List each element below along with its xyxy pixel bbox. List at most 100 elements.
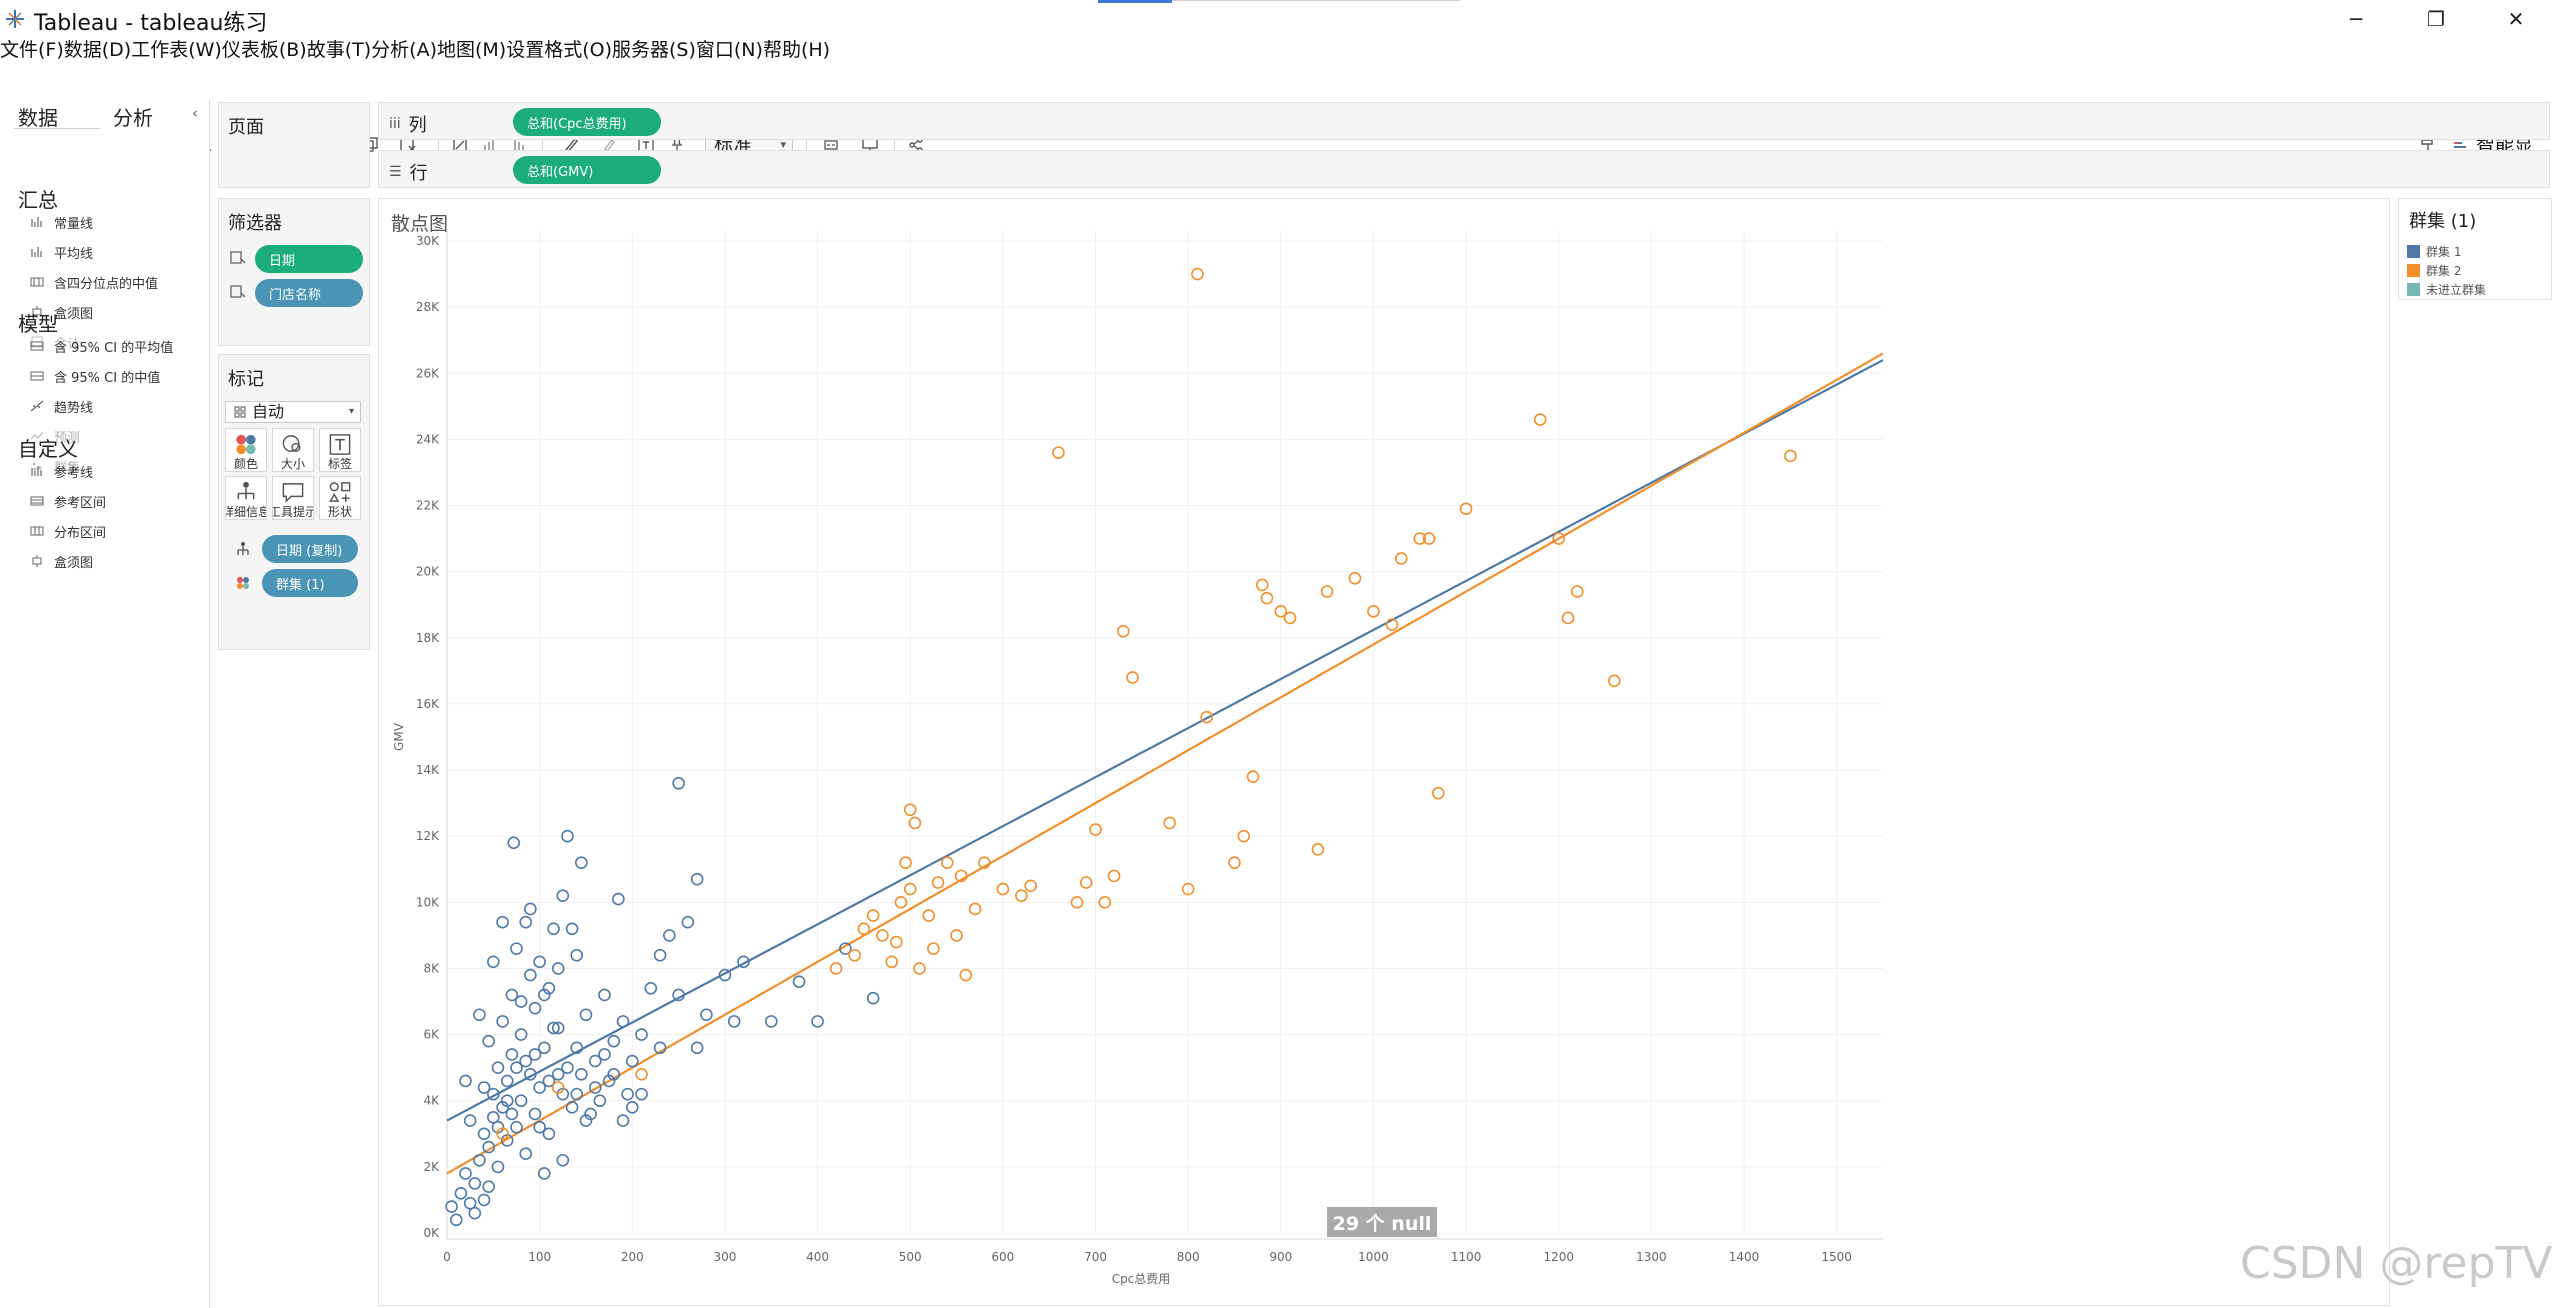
data-point bbox=[1079, 876, 1093, 889]
menu-item-5[interactable]: 分析(A) bbox=[371, 38, 437, 62]
box-plot-icon bbox=[32, 555, 42, 567]
menu-item-4[interactable]: 故事(T) bbox=[307, 38, 371, 62]
data-point bbox=[672, 776, 685, 790]
rows-pill-gmv[interactable]: 总和(GMV) bbox=[513, 156, 661, 184]
data-point bbox=[468, 1177, 482, 1190]
analytics-item-label: 含 95% CI 的平均值 bbox=[54, 340, 174, 356]
analytics-item-0-1[interactable]: 平均线 bbox=[30, 242, 93, 262]
data-point bbox=[496, 915, 509, 929]
data-point bbox=[565, 922, 579, 936]
rows-shelf[interactable]: ☰ 行 总和(GMV) bbox=[378, 150, 2550, 188]
menu-item-3[interactable]: 仪表板(B) bbox=[222, 38, 307, 62]
data-point bbox=[482, 1034, 495, 1048]
data-point bbox=[473, 1008, 486, 1022]
tab-analytics[interactable]: 分析 bbox=[113, 102, 153, 133]
legend-item-0[interactable]: 群集 1 bbox=[2407, 243, 2461, 259]
x-tick-label: 400 bbox=[806, 1250, 829, 1264]
marks-pill-date-copy[interactable]: 日期 (复制) bbox=[262, 535, 358, 563]
worksheet-view[interactable]: 0 100 200 300 400 500 600 700 800 900 1000 1100 1200… bbox=[378, 198, 2390, 1306]
data-point bbox=[1570, 585, 1584, 598]
view-title: 散点图 bbox=[391, 213, 449, 235]
columns-label-text: 列 bbox=[408, 115, 427, 136]
marks-pill-cluster[interactable]: 群集 (1) bbox=[262, 569, 358, 597]
data-point bbox=[598, 988, 611, 1002]
data-point bbox=[565, 1101, 579, 1114]
null-indicator-badge[interactable]: 29 个 null bbox=[1327, 1207, 1437, 1237]
filter-pill-date[interactable]: 日期 bbox=[255, 245, 363, 273]
analytics-item-label: 平均线 bbox=[54, 246, 94, 262]
marks-color-button[interactable]: 颜色 bbox=[225, 428, 267, 472]
columns-shelf[interactable]: iii 列 总和(Cpc总费用) bbox=[378, 102, 2550, 140]
analytics-item-1-1[interactable]: 含 95% CI 的中值 bbox=[30, 366, 160, 386]
legend-label: 群集 1 bbox=[2426, 244, 2462, 259]
analytics-item-2-0[interactable]: 参考线 bbox=[30, 461, 93, 481]
filter-calendar-icon bbox=[230, 251, 246, 264]
x-tick-label: 100 bbox=[528, 1250, 551, 1264]
menu-item-7[interactable]: 设置格式(O) bbox=[506, 38, 612, 62]
analytics-item-1-2[interactable]: 趋势线 bbox=[30, 396, 93, 416]
scatter-chart[interactable]: 0 100 200 300 400 500 600 700 800 900 1000 1100 1200… bbox=[379, 199, 2391, 1307]
marks-detail-button[interactable]: 详细信息 bbox=[225, 476, 267, 520]
y-tick-label: 2K bbox=[423, 1160, 440, 1174]
y-tick-label: 28K bbox=[416, 300, 440, 314]
y-tick-label: 26K bbox=[416, 366, 440, 380]
analytics-item-0-0[interactable]: 常量线 bbox=[30, 212, 93, 232]
mark-type-value: 自动 bbox=[252, 402, 285, 421]
data-point bbox=[445, 1200, 458, 1213]
menu-item-9[interactable]: 窗口(N) bbox=[696, 38, 763, 62]
menu-item-8[interactable]: 服务器(S) bbox=[612, 38, 696, 62]
filter-pill-store[interactable]: 门店名称 bbox=[255, 279, 363, 307]
data-point bbox=[507, 836, 521, 850]
y-tick-label: 6K bbox=[423, 1028, 440, 1042]
data-point bbox=[496, 1015, 509, 1028]
menu-item-2[interactable]: 工作表(W) bbox=[131, 38, 222, 62]
x-tick-label: 700 bbox=[1084, 1250, 1107, 1264]
marks-label-button[interactable]: 标签 bbox=[319, 428, 361, 472]
collapse-pane-icon[interactable]: ‹ bbox=[192, 104, 198, 122]
data-point bbox=[528, 1107, 542, 1121]
marks-size-button[interactable]: 大小 bbox=[272, 428, 314, 472]
close-button[interactable]: ✕ bbox=[2476, 0, 2556, 38]
y-tick-label: 12K bbox=[416, 829, 440, 843]
marks-tooltip-button[interactable]: 工具提示 bbox=[272, 476, 314, 520]
restore-button[interactable]: ❐ bbox=[2396, 0, 2476, 38]
y-tick-label: 22K bbox=[416, 499, 440, 513]
cluster-legend[interactable]: 群集 (1) 群集 1 群集 2 未进立群集 bbox=[2398, 198, 2552, 300]
analytics-item-2-2[interactable]: 分布区间 bbox=[30, 521, 106, 541]
columns-pill-cpc[interactable]: 总和(Cpc总费用) bbox=[513, 108, 661, 136]
legend-item-2[interactable]: 未进立群集 bbox=[2407, 281, 2486, 297]
menu-item-6[interactable]: 地图(M) bbox=[437, 38, 506, 62]
data-point bbox=[463, 1114, 477, 1127]
filters-card-title: 筛选器 bbox=[228, 213, 282, 234]
shape-icon bbox=[329, 482, 351, 503]
data-point bbox=[477, 1081, 491, 1094]
marks-shape-button[interactable]: 形状 bbox=[319, 476, 361, 520]
menu-item-0[interactable]: 文件(F) bbox=[0, 38, 64, 62]
tab-data[interactable]: 数据 bbox=[18, 102, 58, 131]
minimize-button[interactable]: ─ bbox=[2316, 0, 2396, 38]
pages-card[interactable]: 页面 bbox=[218, 102, 370, 188]
data-point bbox=[1052, 446, 1065, 459]
data-point bbox=[482, 1180, 495, 1194]
legend-swatch bbox=[2407, 244, 2420, 258]
data-point bbox=[690, 872, 704, 886]
analytics-item-label: 盒须图 bbox=[54, 555, 94, 571]
analytics-item-label: 常量线 bbox=[54, 216, 94, 232]
analytics-item-0-2[interactable]: 含四分位点的中值 bbox=[30, 272, 158, 292]
window-title: Tableau - tableau练习 bbox=[34, 11, 268, 36]
analytics-item-2-1[interactable]: 参考区间 bbox=[30, 491, 106, 511]
data-point bbox=[575, 1067, 588, 1081]
analytics-item-label: 含四分位点的中值 bbox=[54, 276, 159, 292]
analytics-item-label: 参考区间 bbox=[54, 495, 107, 511]
legend-item-1[interactable]: 群集 2 bbox=[2407, 262, 2461, 278]
analytics-item-2-3[interactable]: 盒须图 bbox=[30, 551, 93, 571]
color-icon bbox=[236, 434, 256, 455]
data-point bbox=[528, 1001, 542, 1015]
menu-item-1[interactable]: 数据(D) bbox=[64, 38, 131, 62]
analytics-item-1-0[interactable]: 含 95% CI 的平均值 bbox=[30, 336, 173, 356]
data-point bbox=[491, 1061, 505, 1074]
marks-tooltip-label: 工具提示 bbox=[273, 505, 313, 519]
tooltip-icon bbox=[282, 483, 304, 503]
mark-type-select[interactable]: 自动 ▾ bbox=[225, 401, 361, 423]
menu-item-10[interactable]: 帮助(H) bbox=[763, 38, 830, 62]
